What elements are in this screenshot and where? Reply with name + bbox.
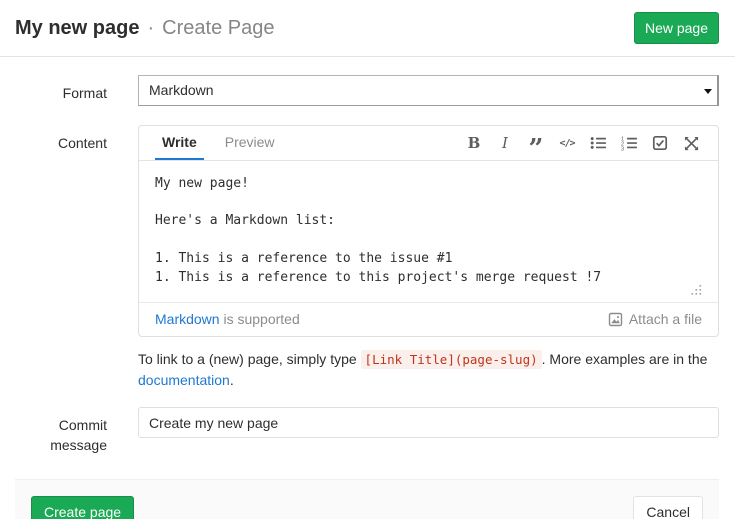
markdown-supported-text: Markdown is supported [155, 311, 300, 327]
editor-footer: Markdown is supported Attach a file [139, 303, 718, 336]
commit-row: Commit message [0, 407, 735, 455]
content-textarea[interactable]: My new page! Here's a Markdown list: 1. … [139, 161, 718, 302]
markdown-link[interactable]: Markdown [155, 311, 220, 327]
form-actions-bar: Create page Cancel [15, 479, 719, 519]
format-label: Format [15, 75, 107, 106]
tab-preview[interactable]: Preview [218, 126, 282, 160]
bold-icon[interactable]: B [463, 132, 485, 154]
attach-file-button[interactable]: Attach a file [608, 311, 702, 327]
markdown-editor: Write Preview B I ” </> [138, 125, 719, 337]
create-wiki-page: My new page · Create Page New page Forma… [0, 0, 735, 519]
page-subtitle: Create Page [162, 17, 274, 40]
title-separator: · [147, 17, 154, 40]
attach-file-label: Attach a file [629, 311, 702, 327]
resize-grip[interactable] [690, 283, 702, 301]
cancel-button[interactable]: Cancel [633, 496, 703, 519]
task-list-icon[interactable] [649, 132, 671, 154]
commit-message-label: Commit message [15, 407, 107, 455]
link-syntax-code: [Link Title](page-slug) [361, 350, 542, 369]
content-row: Content Write Preview B I ” </> [0, 125, 735, 337]
bulleted-list-icon[interactable] [587, 132, 609, 154]
textarea-wrap: My new page! Here's a Markdown list: 1. … [139, 161, 718, 303]
wiki-help-text: To link to a (new) page, simply type [Li… [138, 349, 719, 391]
page-header: My new page · Create Page New page [0, 0, 735, 57]
title-wrap: My new page · Create Page [15, 17, 274, 40]
quote-icon[interactable]: ” [525, 132, 547, 154]
documentation-link[interactable]: documentation [138, 372, 230, 388]
content-label: Content [15, 125, 107, 337]
commit-message-input[interactable] [138, 407, 719, 438]
format-selected-value: Markdown [149, 82, 214, 98]
new-page-button[interactable]: New page [634, 12, 719, 44]
format-row: Format Markdown [0, 75, 735, 106]
code-icon[interactable]: </> [556, 132, 578, 154]
svg-text:3: 3 [621, 146, 624, 151]
select-dropdown-arrow-icon [704, 89, 712, 94]
italic-icon[interactable]: I [494, 132, 516, 154]
attach-image-icon [608, 312, 623, 327]
tab-write[interactable]: Write [155, 126, 204, 160]
toolbar-icons: B I ” </> 1 [463, 126, 702, 160]
numbered-list-icon[interactable]: 1 2 3 [618, 132, 640, 154]
editor-toolbar: Write Preview B I ” </> [139, 126, 718, 161]
page-title: My new page [15, 17, 139, 40]
format-select[interactable]: Markdown [138, 75, 719, 106]
create-page-button[interactable]: Create page [31, 496, 134, 519]
fullscreen-icon[interactable] [680, 132, 702, 154]
